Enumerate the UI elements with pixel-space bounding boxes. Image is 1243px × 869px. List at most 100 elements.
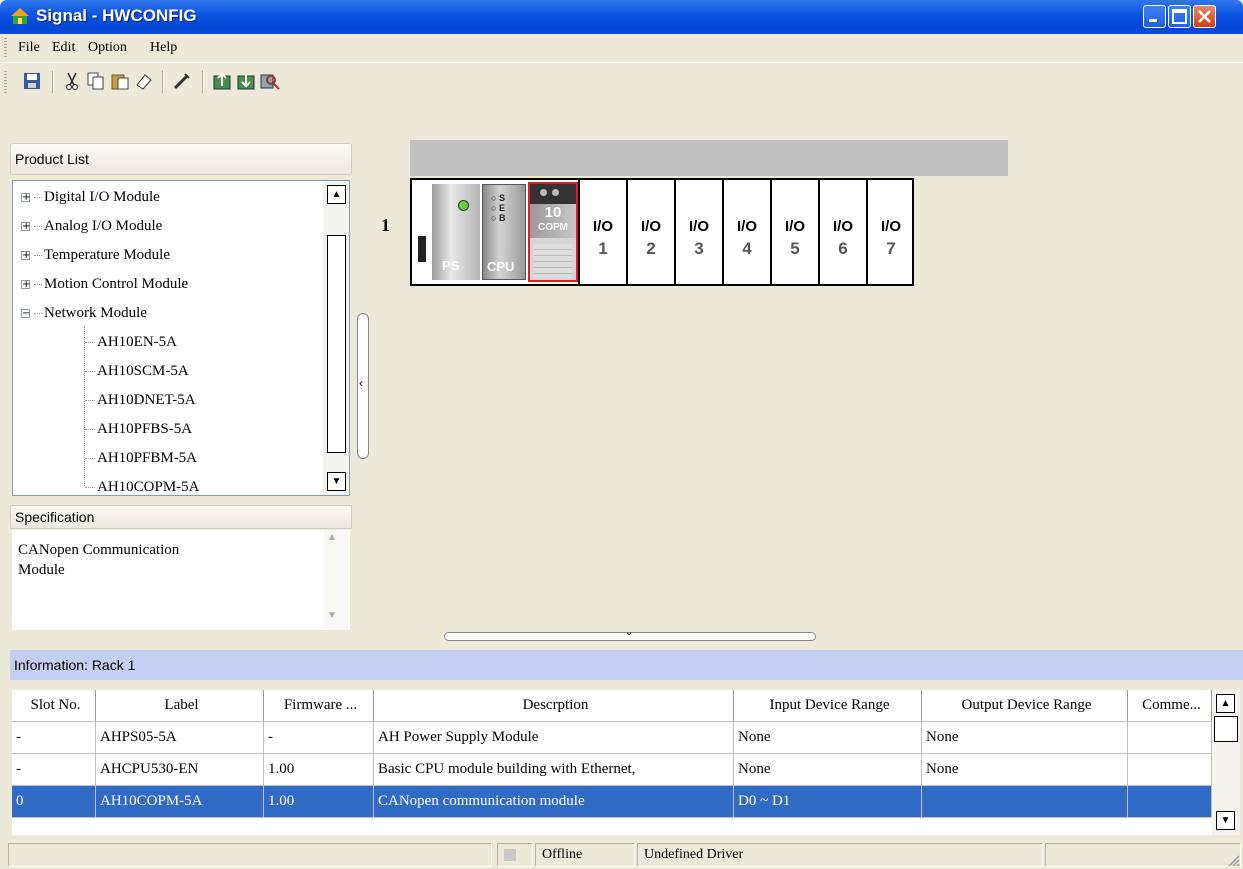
table-cell: 1.00	[264, 754, 374, 785]
table-row[interactable]	[12, 818, 1212, 835]
toolbar-grip[interactable]	[4, 71, 7, 93]
io-slot[interactable]: I/O 4	[722, 180, 770, 284]
spec-scrollbar[interactable]: ▲ ▼	[324, 530, 348, 630]
scroll-down-button[interactable]: ▼	[327, 472, 346, 491]
io-slot-number: 1	[598, 239, 608, 258]
download-button[interactable]	[236, 71, 256, 91]
io-slot[interactable]: I/O 5	[770, 180, 818, 284]
table-scroll-up-button[interactable]: ▲	[1216, 694, 1235, 713]
column-header[interactable]: Descrption	[374, 690, 734, 721]
column-header[interactable]: Slot No.	[12, 690, 96, 721]
io-slot[interactable]: I/O 1	[578, 180, 626, 284]
ps-module[interactable]: PS	[432, 184, 480, 280]
column-header[interactable]: Firmware ...	[264, 690, 374, 721]
window-title: Signal - HWCONFIG	[36, 6, 197, 25]
io-slot[interactable]: I/O 7	[866, 180, 914, 284]
expand-icon[interactable]: +	[21, 279, 30, 289]
tree-item[interactable]: AH10DNET-5A	[85, 386, 196, 414]
column-header[interactable]: Output Device Range	[922, 690, 1128, 721]
tree-line	[84, 326, 85, 486]
tree-item-label: Digital I/O Module	[44, 188, 160, 205]
tree-item[interactable]: − Network Module	[21, 299, 147, 327]
resize-grip-icon[interactable]	[1226, 853, 1240, 867]
expand-icon[interactable]: +	[21, 221, 30, 231]
table-scrollbar[interactable]: ▲ ▼	[1212, 690, 1240, 835]
paste-button[interactable]	[110, 71, 130, 91]
tree-item-label: AH10PFBS-5A	[97, 420, 193, 437]
copy-icon	[87, 72, 104, 90]
copy-button[interactable]	[86, 71, 106, 91]
io-slot-number: 2	[646, 239, 656, 258]
io-slot[interactable]: I/O 3	[674, 180, 722, 284]
table-cell: AHPS05-5A	[96, 722, 264, 753]
upload-icon	[213, 72, 231, 90]
table-cell: D0 ~ D1	[734, 786, 922, 817]
cut-button[interactable]	[62, 71, 82, 91]
column-header[interactable]: Label	[96, 690, 264, 721]
tree-item-label: AH10DNET-5A	[97, 391, 196, 408]
io-slot[interactable]: I/O 2	[626, 180, 674, 284]
tree-item-label: AH10COPM-5A	[97, 478, 200, 495]
collapse-down-icon: ⌄	[625, 627, 634, 638]
menu-option[interactable]: Option	[88, 40, 127, 56]
tree-line	[85, 370, 95, 372]
table-scroll-down-button[interactable]: ▼	[1216, 811, 1235, 830]
table-cell: None	[922, 754, 1128, 785]
tree-item[interactable]: AH10PFBS-5A	[85, 415, 192, 443]
tree-item[interactable]: + Digital I/O Module	[21, 183, 160, 211]
save-button[interactable]	[22, 71, 42, 91]
table-cell	[1128, 786, 1212, 817]
io-slot[interactable]: I/O 6	[818, 180, 866, 284]
erase-button[interactable]	[134, 71, 154, 91]
tree-item[interactable]: AH10PFBM-5A	[85, 444, 197, 472]
column-header[interactable]: Input Device Range	[734, 690, 922, 721]
app-icon	[11, 8, 29, 24]
tree-item[interactable]: + Motion Control Module	[21, 270, 188, 298]
slot-cpu[interactable]: ○ S ○ E ○ B CPU	[482, 184, 526, 280]
table-row[interactable]: - AHCPU530-EN 1.00 Basic CPU module buildin…	[12, 754, 1212, 786]
arrow-down-icon: ▼	[1220, 815, 1231, 826]
maximize-button[interactable]	[1168, 5, 1191, 28]
table-scroll-thumb[interactable]	[1214, 716, 1238, 742]
collapse-icon[interactable]: −	[21, 308, 30, 318]
menu-help[interactable]: Help	[150, 40, 177, 56]
menu-file[interactable]: File	[18, 40, 40, 56]
table-cell: None	[922, 722, 1128, 753]
vertical-splitter-handle[interactable]: ‹	[357, 313, 369, 459]
expand-icon[interactable]: +	[21, 192, 30, 202]
table-cell: AHCPU530-EN	[96, 754, 264, 785]
tree-item[interactable]: AH10SCM-5A	[85, 357, 189, 385]
paste-icon	[111, 74, 129, 90]
expand-icon[interactable]: +	[21, 250, 30, 260]
erase-icon	[136, 74, 152, 90]
table-cell: -	[12, 754, 96, 785]
tree-scrollbar[interactable]: ▲ ▼	[323, 181, 349, 495]
tree-item[interactable]: AH10COPM-5A	[85, 473, 200, 501]
table-row[interactable]: - AHPS05-5A - AH Power Supply Module None Non…	[12, 722, 1212, 754]
menu-grip[interactable]	[4, 38, 7, 58]
menu-edit[interactable]: Edit	[52, 40, 75, 56]
tree-item[interactable]: AH10EN-5A	[85, 328, 177, 356]
horizontal-splitter-handle[interactable]: ⌄	[444, 627, 816, 641]
scroll-up-button[interactable]: ▲	[327, 185, 346, 204]
tree-item[interactable]: + Temperature Module	[21, 241, 170, 269]
slot-ps[interactable]: PS	[416, 184, 480, 280]
status-pane-main	[8, 843, 492, 867]
slot-copm[interactable]: 10 COPM	[528, 182, 578, 282]
copm-label: COPM	[538, 222, 568, 233]
minimize-button[interactable]	[1143, 5, 1166, 28]
tree-line	[34, 196, 42, 198]
close-button[interactable]	[1193, 5, 1216, 28]
table-row[interactable]: 0 AH10COPM-5A 1.00 CANopen communication mo…	[12, 786, 1212, 818]
tree-item[interactable]: + Analog I/O Module	[21, 212, 162, 240]
scroll-thumb[interactable]	[327, 235, 346, 453]
arrow-down-icon[interactable]: ▼	[327, 610, 337, 621]
upload-button[interactable]	[212, 71, 232, 91]
title-bar[interactable]: Signal - HWCONFIG	[0, 0, 1243, 34]
table-cell: CANopen communication module	[374, 786, 734, 817]
column-header[interactable]: Comme...	[1128, 690, 1212, 721]
table-header[interactable]: Slot No. Label Firmware ... Descrption Input…	[12, 690, 1212, 722]
scan-button[interactable]	[260, 71, 280, 91]
wand-button[interactable]	[172, 71, 192, 91]
arrow-up-icon[interactable]: ▲	[327, 532, 337, 543]
